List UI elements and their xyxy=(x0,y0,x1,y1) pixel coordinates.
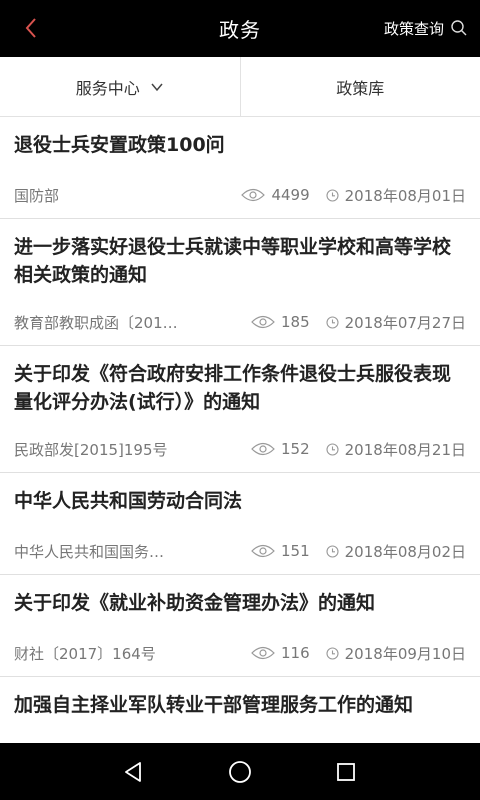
square-recents-icon xyxy=(337,763,355,781)
search-icon xyxy=(451,20,467,36)
clock-icon xyxy=(326,442,339,456)
item-title: 关于印发《符合政府安排工作条件退役士兵服役表现量化评分办法(试行）》的通知 xyxy=(14,363,452,413)
item-source: 财社〔2017〕164号 xyxy=(14,644,156,663)
item-date: 2018年07月27日 xyxy=(326,312,466,333)
item-view-count: 151 xyxy=(281,542,310,560)
system-nav-bar xyxy=(0,743,480,800)
clock-icon xyxy=(326,646,339,660)
item-views: 4499 xyxy=(241,186,310,204)
item-meta: 国防部 4499 2018年08月01日 xyxy=(14,184,466,206)
item-date: 2018年08月01日 xyxy=(326,185,466,206)
policy-list: 退役士兵安置政策100问 国防部 4499 2018年08月01日 进一步落实好… xyxy=(0,117,480,743)
item-date-text: 2018年08月02日 xyxy=(344,542,466,561)
item-title: 加强自主择业军队转业干部管理服务工作的通知 xyxy=(14,694,414,716)
policy-query-button[interactable]: 政策查询 xyxy=(384,16,468,40)
tab-service-center[interactable]: 服务中心 xyxy=(0,57,240,116)
item-meta: 教育部教职成函〔201… 185 2018年07月27日 xyxy=(14,311,466,333)
item-date-text: 2018年07月27日 xyxy=(344,313,466,332)
item-date: 2018年08月02日 xyxy=(326,541,466,562)
item-views: 116 xyxy=(251,644,310,662)
item-date-text: 2018年08月01日 xyxy=(344,186,466,205)
tab-service-center-label: 服务中心 xyxy=(75,78,140,98)
eye-icon xyxy=(241,188,266,202)
item-source: 国防部 xyxy=(14,186,60,205)
list-item[interactable]: 加强自主择业军队转业干部管理服务工作的通知 xyxy=(0,677,480,743)
item-title: 进一步落实好退役士兵就读中等职业学校和高等学校相关政策的通知 xyxy=(14,236,452,286)
item-date-text: 2018年09月10日 xyxy=(344,644,466,663)
item-view-count: 116 xyxy=(281,644,310,662)
item-title: 关于印发《就业补助资金管理办法》的通知 xyxy=(14,592,376,614)
item-title: 中华人民共和国劳动合同法 xyxy=(14,490,243,512)
clock-icon xyxy=(326,315,339,329)
list-item[interactable]: 中华人民共和国劳动合同法 中华人民共和国国务… 151 2018年08月02日 xyxy=(0,473,480,575)
eye-icon xyxy=(251,646,275,660)
list-item[interactable]: 进一步落实好退役士兵就读中等职业学校和高等学校相关政策的通知 教育部教职成函〔2… xyxy=(0,219,480,346)
tab-policy-library-label: 政策库 xyxy=(336,78,385,98)
nav-recents-button[interactable] xyxy=(332,758,360,786)
tab-bar: 服务中心 政策库 xyxy=(0,57,480,117)
item-date: 2018年08月21日 xyxy=(326,439,466,460)
item-title: 退役士兵安置政策100问 xyxy=(14,134,225,156)
list-item[interactable]: 关于印发《就业补助资金管理办法》的通知 财社〔2017〕164号 116 201… xyxy=(0,575,480,677)
clock-icon xyxy=(326,188,339,202)
clock-icon xyxy=(326,544,339,558)
triangle-back-icon xyxy=(125,762,141,782)
item-views: 151 xyxy=(251,542,310,560)
eye-icon xyxy=(251,442,275,456)
app-header: 政务 政策查询 xyxy=(0,0,480,57)
circle-home-icon xyxy=(229,761,251,783)
item-meta: 中华人民共和国国务… 151 2018年08月02日 xyxy=(14,540,466,562)
nav-back-button[interactable] xyxy=(120,758,148,786)
item-view-count: 4499 xyxy=(271,186,310,204)
tab-policy-library[interactable]: 政策库 xyxy=(239,57,480,116)
item-view-count: 152 xyxy=(281,440,310,458)
item-views: 152 xyxy=(251,440,310,458)
item-source: 教育部教职成函〔201… xyxy=(14,313,178,332)
list-item[interactable]: 关于印发《符合政府安排工作条件退役士兵服役表现量化评分办法(试行）》的通知 民政… xyxy=(0,346,480,473)
policy-query-label: 政策查询 xyxy=(383,19,444,38)
item-source: 中华人民共和国国务… xyxy=(14,542,165,561)
item-meta: 财社〔2017〕164号 116 2018年09月10日 xyxy=(14,642,466,664)
item-date-text: 2018年08月21日 xyxy=(344,440,466,459)
item-meta: 民政部发[2015]195号 152 2018年08月21日 xyxy=(14,438,466,460)
nav-home-button[interactable] xyxy=(226,758,254,786)
list-item[interactable]: 退役士兵安置政策100问 国防部 4499 2018年08月01日 xyxy=(0,117,480,219)
eye-icon xyxy=(251,315,275,329)
item-view-count: 185 xyxy=(281,313,310,331)
eye-icon xyxy=(251,544,275,558)
chevron-down-icon xyxy=(151,83,163,91)
item-date: 2018年09月10日 xyxy=(326,643,466,664)
item-views: 185 xyxy=(251,313,310,331)
item-source: 民政部发[2015]195号 xyxy=(14,440,168,459)
